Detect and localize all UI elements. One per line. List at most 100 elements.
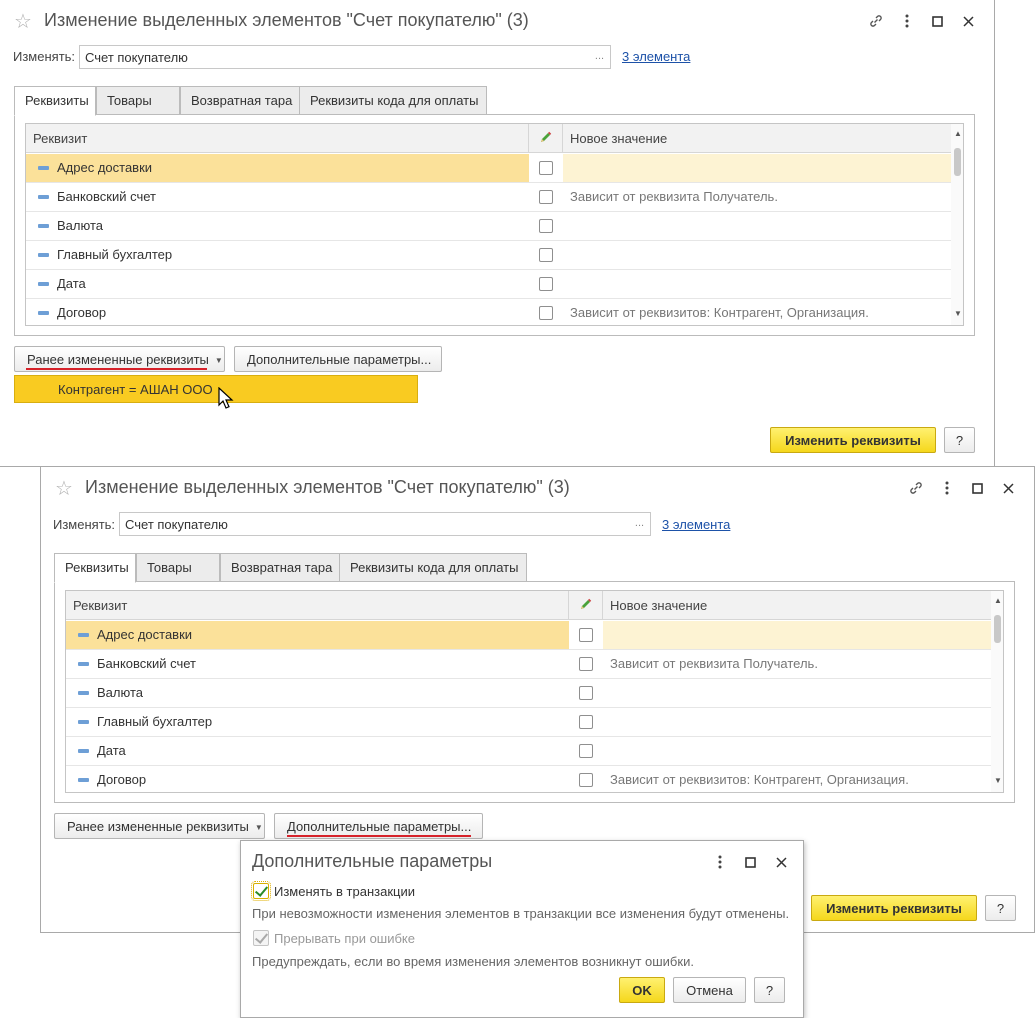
- grid-row[interactable]: Банковский счет Зависит от реквизита Пол…: [26, 183, 951, 212]
- row-value[interactable]: [603, 737, 991, 765]
- change-object-field[interactable]: Счет покупателю: [79, 45, 590, 69]
- link-icon[interactable]: [900, 477, 931, 499]
- maximize-icon[interactable]: [922, 10, 953, 32]
- row-value[interactable]: Зависит от реквизита Получатель.: [563, 183, 951, 211]
- change-in-transaction-label[interactable]: Изменять в транзакции: [274, 884, 415, 899]
- row-name: Договор: [97, 772, 147, 787]
- grid-row[interactable]: Банковский счет Зависит от реквизита Пол…: [66, 650, 991, 679]
- maximize-icon[interactable]: [735, 851, 766, 873]
- additional-params-button[interactable]: Дополнительные параметры...: [234, 346, 442, 372]
- more-icon[interactable]: [891, 10, 922, 32]
- scroll-up-icon[interactable]: ▲: [951, 129, 963, 138]
- row-value[interactable]: [563, 212, 951, 240]
- change-in-transaction-checkbox[interactable]: [251, 881, 271, 901]
- row-value[interactable]: [563, 154, 951, 182]
- tab-goods[interactable]: Товары: [96, 86, 180, 115]
- star-icon[interactable]: ☆: [14, 9, 32, 34]
- more-icon[interactable]: [931, 477, 962, 499]
- grid-row[interactable]: Главный бухгалтер: [66, 708, 991, 737]
- header-attribute[interactable]: Реквизит: [66, 591, 569, 620]
- grid-header: Реквизит Новое значение: [66, 591, 991, 620]
- grid-row[interactable]: Валюта: [26, 212, 951, 241]
- vertical-scrollbar[interactable]: ▲ ▼: [951, 124, 963, 325]
- row-name: Главный бухгалтер: [97, 714, 213, 729]
- close-icon[interactable]: [766, 851, 797, 873]
- grid-row[interactable]: Договор Зависит от реквизитов: Контраген…: [66, 766, 991, 792]
- link-icon[interactable]: [860, 10, 891, 32]
- maximize-icon[interactable]: [962, 477, 993, 499]
- dialog-title-icons: [704, 851, 797, 873]
- elements-link[interactable]: 3 элемента: [662, 517, 730, 532]
- tab-payment-code-requisites[interactable]: Реквизиты кода для оплаты: [299, 86, 487, 115]
- tab-requisites[interactable]: Реквизиты: [14, 86, 96, 116]
- header-new-value[interactable]: Новое значение: [563, 124, 951, 153]
- row-checkbox[interactable]: [539, 277, 553, 291]
- tab-returnable-containers[interactable]: Возвратная тара: [180, 86, 300, 115]
- scroll-thumb[interactable]: [954, 148, 961, 176]
- change-requisites-button[interactable]: Изменить реквизиты: [811, 895, 977, 921]
- close-icon[interactable]: [993, 477, 1024, 499]
- grid-row[interactable]: Дата: [66, 737, 991, 766]
- title-bar: ☆ Изменение выделенных элементов "Счет п…: [0, 0, 994, 42]
- header-new-value[interactable]: Новое значение: [603, 591, 991, 620]
- help-button[interactable]: ?: [944, 427, 975, 453]
- grid-row[interactable]: Дата: [26, 270, 951, 299]
- tab-requisites[interactable]: Реквизиты: [54, 553, 136, 583]
- help-button[interactable]: ?: [754, 977, 785, 1003]
- grid-row[interactable]: Адрес доставки: [26, 154, 951, 183]
- grid-row[interactable]: Главный бухгалтер: [26, 241, 951, 270]
- row-checkbox[interactable]: [539, 161, 553, 175]
- row-checkbox[interactable]: [579, 686, 593, 700]
- tab-payment-code-requisites[interactable]: Реквизиты кода для оплаты: [339, 553, 527, 582]
- row-value[interactable]: Зависит от реквизитов: Контрагент, Орган…: [603, 766, 991, 792]
- row-checkbox[interactable]: [539, 306, 553, 320]
- stop-on-error-label[interactable]: Прерывать при ошибке: [274, 931, 415, 946]
- row-value[interactable]: Зависит от реквизитов: Контрагент, Орган…: [563, 299, 951, 325]
- tab-goods[interactable]: Товары: [136, 553, 220, 582]
- requisites-grid: Реквизит Новое значение Адрес доставки Б…: [65, 590, 1004, 793]
- row-value[interactable]: [603, 621, 991, 649]
- row-value[interactable]: [603, 708, 991, 736]
- pencil-icon: [529, 124, 563, 153]
- row-checkbox[interactable]: [539, 190, 553, 204]
- row-checkbox[interactable]: [579, 628, 593, 642]
- change-object-field[interactable]: Счет покупателю: [119, 512, 630, 536]
- row-checkbox[interactable]: [539, 248, 553, 262]
- cancel-button[interactable]: Отмена: [673, 977, 746, 1003]
- row-value[interactable]: Зависит от реквизита Получатель.: [603, 650, 991, 678]
- row-icon: [38, 224, 49, 228]
- more-icon[interactable]: [704, 851, 735, 873]
- row-checkbox[interactable]: [579, 715, 593, 729]
- row-checkbox[interactable]: [539, 219, 553, 233]
- row-value[interactable]: [603, 679, 991, 707]
- stop-on-error-checkbox[interactable]: [253, 930, 269, 946]
- scroll-up-icon[interactable]: ▲: [991, 596, 1003, 605]
- prev-changed-popup-item[interactable]: Контрагент = АШАН ООО: [14, 375, 418, 403]
- scroll-down-icon[interactable]: ▼: [951, 309, 963, 318]
- change-requisites-button[interactable]: Изменить реквизиты: [770, 427, 936, 453]
- title-bar-icons: [900, 477, 1024, 499]
- scroll-thumb[interactable]: [994, 615, 1001, 643]
- vertical-scrollbar[interactable]: ▲ ▼: [991, 591, 1003, 792]
- select-object-button[interactable]: ...: [629, 512, 651, 536]
- prev-changed-button[interactable]: Ранее измененные реквизиты ▼: [54, 813, 265, 839]
- star-icon[interactable]: ☆: [55, 476, 73, 501]
- scroll-down-icon[interactable]: ▼: [991, 776, 1003, 785]
- help-button[interactable]: ?: [985, 895, 1016, 921]
- row-checkbox[interactable]: [579, 657, 593, 671]
- elements-link[interactable]: 3 элемента: [622, 49, 690, 64]
- row-value[interactable]: [563, 241, 951, 269]
- grid-row[interactable]: Адрес доставки: [66, 621, 991, 650]
- close-icon[interactable]: [953, 10, 984, 32]
- row-checkbox[interactable]: [579, 744, 593, 758]
- row-value[interactable]: [563, 270, 951, 298]
- additional-params-dialog: Дополнительные параметры Изменять в тран…: [240, 840, 804, 1018]
- row-checkbox[interactable]: [579, 773, 593, 787]
- ok-button[interactable]: OK: [619, 977, 665, 1003]
- grid-row[interactable]: Валюта: [66, 679, 991, 708]
- tab-returnable-containers[interactable]: Возвратная тара: [220, 553, 340, 582]
- row-name: Валюта: [57, 218, 103, 233]
- select-object-button[interactable]: ...: [589, 45, 611, 69]
- header-attribute[interactable]: Реквизит: [26, 124, 529, 153]
- grid-row[interactable]: Договор Зависит от реквизитов: Контраген…: [26, 299, 951, 325]
